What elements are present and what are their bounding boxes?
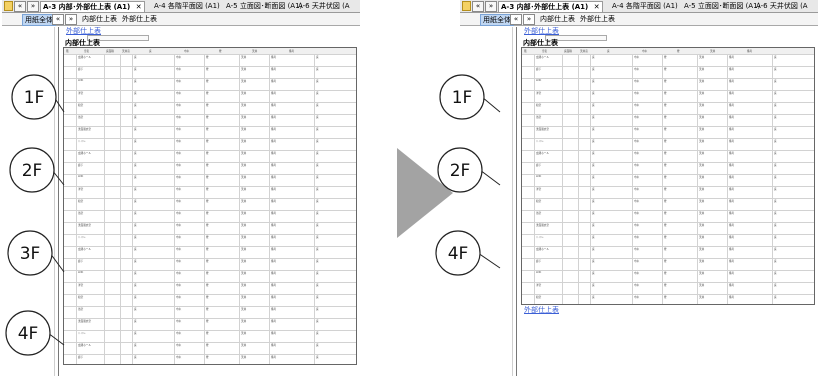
floor-callout: 1F [11, 74, 65, 120]
floor-callout-label: 1F [452, 88, 473, 108]
floor-callout-label: 4F [18, 324, 39, 344]
floor-callout: 1F [439, 74, 501, 120]
floor-callout-label: 2F [22, 161, 43, 181]
callout-layer: 1F 2F 3F 4F 1F 2F 4F [5, 74, 501, 356]
floor-callout-label: 4F [448, 244, 469, 264]
floor-callout-label: 1F [24, 88, 45, 108]
floor-callout: 4F [435, 230, 501, 276]
floor-callout-label: 2F [450, 161, 471, 181]
floor-callout: 4F [5, 310, 65, 356]
floor-callout: 2F [9, 147, 65, 193]
floor-callout: 2F [437, 147, 501, 193]
floor-callout: 3F [7, 230, 65, 276]
floor-callout-label: 3F [20, 244, 41, 264]
